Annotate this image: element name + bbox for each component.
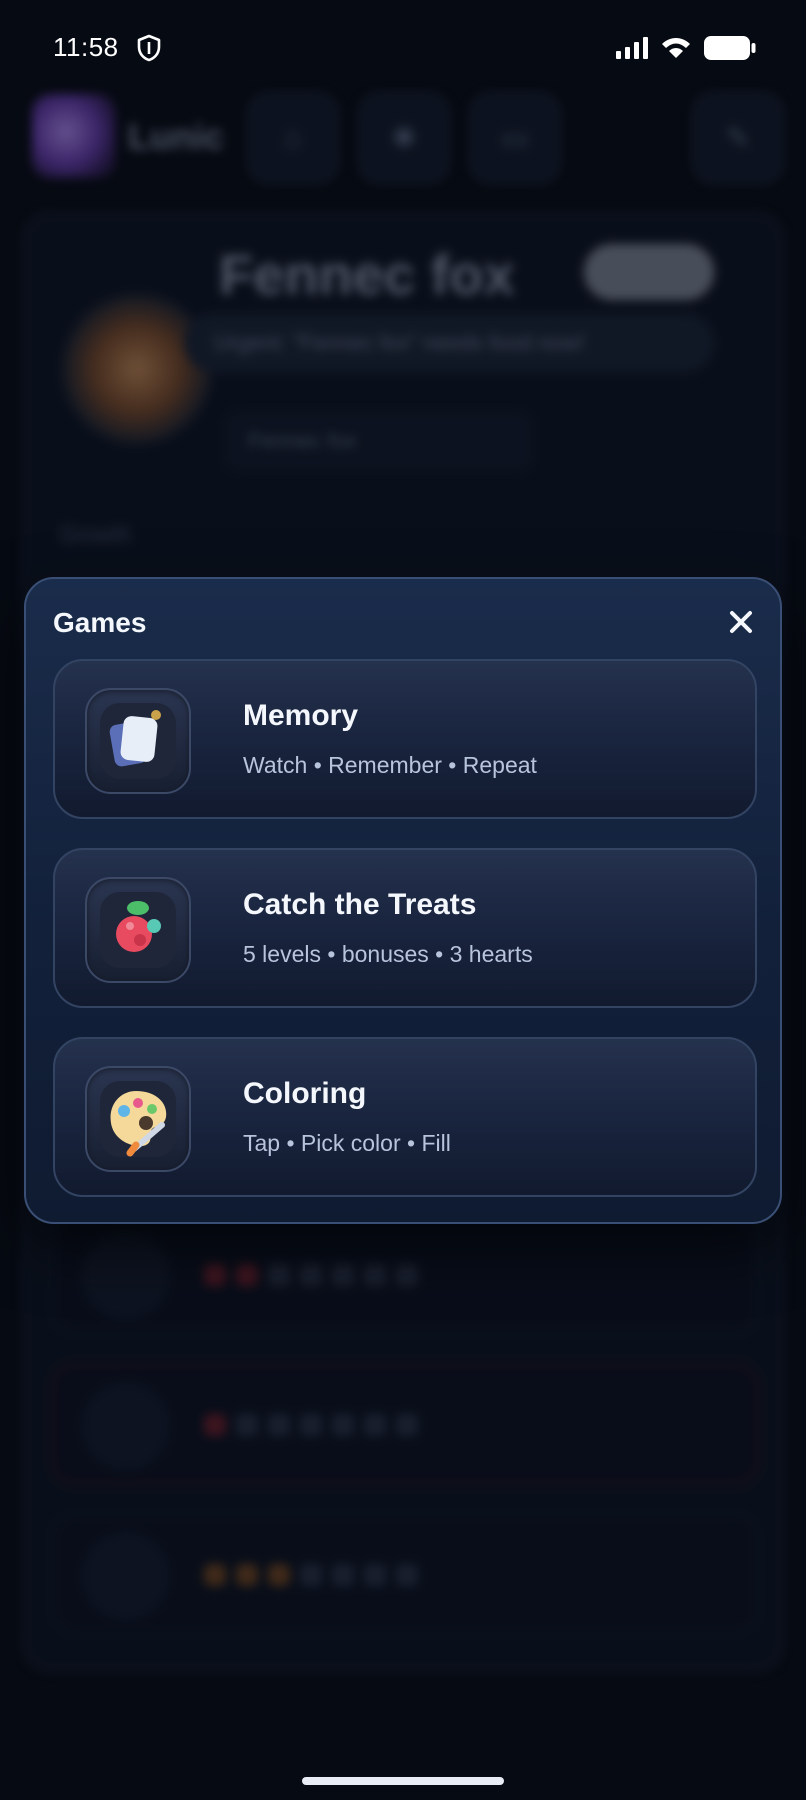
pet-title: Fennec fox bbox=[219, 243, 515, 306]
signal-icon bbox=[616, 37, 648, 59]
pet-avatar bbox=[62, 294, 212, 444]
stat-icon bbox=[82, 1382, 170, 1470]
game-list: Memory Watch • Remember • Repeat Catch t… bbox=[53, 659, 757, 1226]
memory-cards-icon bbox=[85, 688, 191, 794]
status-icons bbox=[616, 34, 756, 62]
status-time: 11:58 bbox=[53, 32, 119, 62]
pet-select[interactable]: Fennec fox bbox=[224, 410, 534, 472]
close-icon[interactable] bbox=[724, 605, 758, 639]
stat-row bbox=[52, 1364, 758, 1484]
stat-dots bbox=[204, 1414, 418, 1436]
modal-title: Games bbox=[53, 607, 147, 638]
shield-icon bbox=[137, 34, 161, 62]
game-description: Watch • Remember • Repeat bbox=[243, 752, 537, 778]
app-header: Lunic ⌂ ✺ ▭ ✎ bbox=[22, 88, 784, 184]
color-wheel-icon[interactable]: ✺ bbox=[358, 92, 450, 184]
app-name: Lunic bbox=[128, 116, 224, 157]
game-card-memory[interactable]: Memory Watch • Remember • Repeat bbox=[53, 659, 757, 819]
palette-glyph bbox=[110, 1091, 167, 1157]
home-indicator[interactable] bbox=[302, 1777, 504, 1785]
app-logo bbox=[32, 94, 116, 178]
memory-cards-glyph bbox=[109, 710, 161, 767]
game-title: Catch the Treats bbox=[243, 888, 477, 921]
stat-row bbox=[52, 1214, 758, 1334]
game-description: 5 levels • bonuses • 3 hearts bbox=[243, 941, 533, 967]
screen: Lunic ⌂ ✺ ▭ ✎ Fennec fox Urgent: "Fennec… bbox=[0, 0, 806, 1800]
palette-icon bbox=[85, 1066, 191, 1172]
section-label: Growth bbox=[60, 522, 131, 547]
game-description: Tap • Pick color • Fill bbox=[243, 1130, 451, 1156]
game-card-catch-the-treats[interactable]: Catch the Treats 5 levels • bonuses • 3 … bbox=[53, 848, 757, 1008]
treat-glyph bbox=[116, 901, 161, 952]
alert-banner: Urgent: "Fennec fox" needs food now! bbox=[184, 314, 714, 372]
home-icon[interactable]: ⌂ bbox=[247, 92, 339, 184]
close-icon-glyph bbox=[730, 611, 752, 633]
stat-icon bbox=[82, 1532, 170, 1620]
game-title: Coloring bbox=[243, 1077, 367, 1110]
stat-row bbox=[52, 1514, 758, 1634]
status-bar: 11:58 bbox=[0, 0, 806, 96]
cloud-icon bbox=[584, 244, 714, 300]
treat-icon bbox=[85, 877, 191, 983]
wifi-icon bbox=[662, 38, 690, 58]
stat-dots bbox=[204, 1264, 418, 1286]
game-title: Memory bbox=[243, 699, 359, 732]
cards-icon[interactable]: ▭ bbox=[469, 92, 561, 184]
battery-icon bbox=[704, 36, 756, 60]
game-card-coloring[interactable]: Coloring Tap • Pick color • Fill bbox=[53, 1037, 757, 1197]
games-modal: Games Memory Watch • Remember • Repeat C… bbox=[24, 577, 782, 1224]
edit-icon[interactable]: ✎ bbox=[692, 92, 784, 184]
stat-dots bbox=[204, 1564, 418, 1586]
stat-icon bbox=[82, 1232, 170, 1320]
